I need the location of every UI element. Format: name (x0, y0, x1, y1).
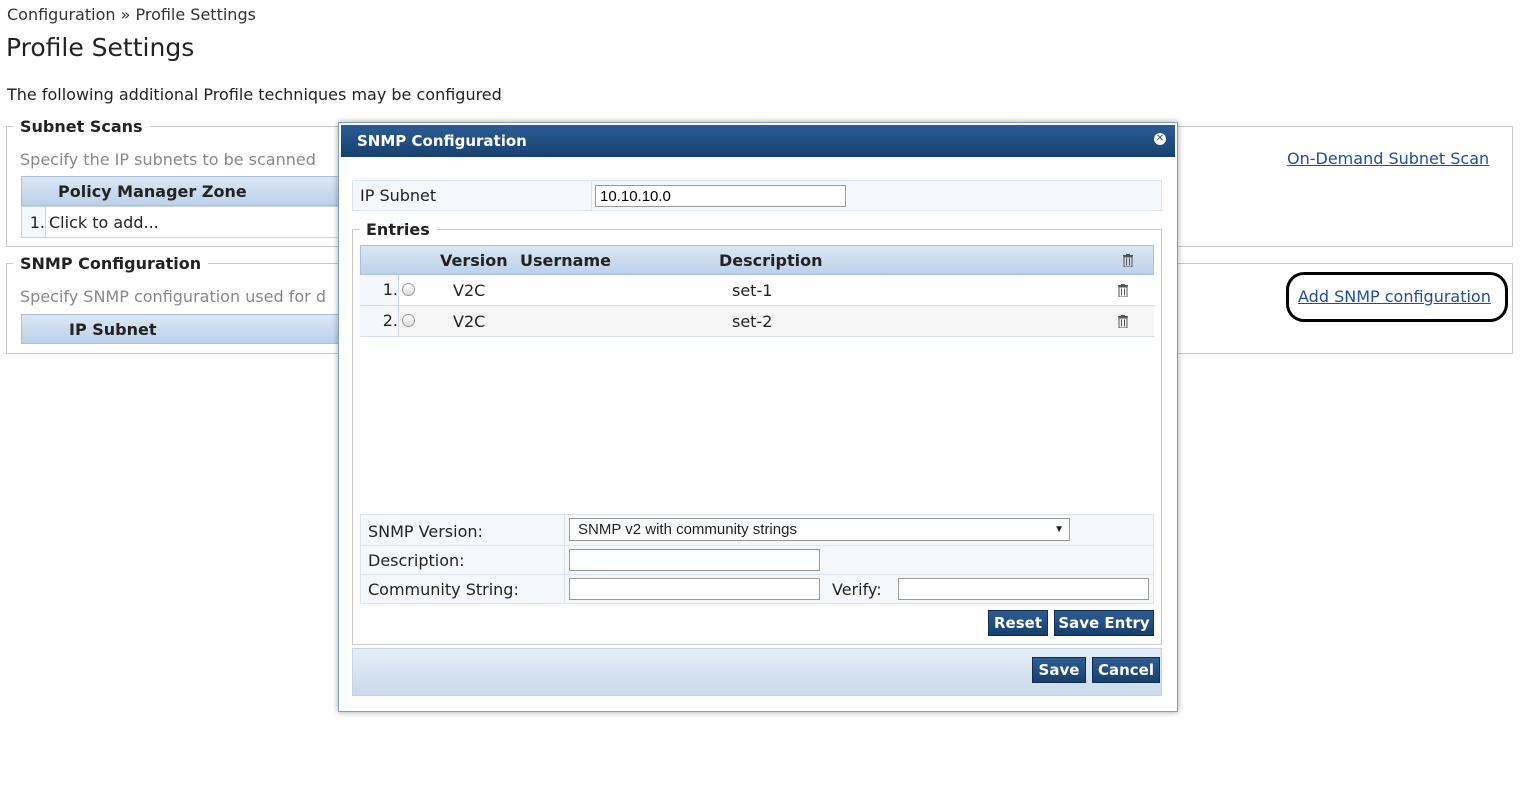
dialog-header[interactable]: SNMP Configuration ✕ (341, 125, 1175, 157)
entries-legend: Entries (366, 220, 430, 239)
on-demand-subnet-scan-link[interactable]: On-Demand Subnet Scan (1287, 149, 1489, 168)
verify-input[interactable] (898, 578, 1149, 600)
entry-description: set-2 (732, 312, 773, 331)
delete-entry-icon[interactable] (1117, 315, 1129, 328)
column-version[interactable]: Version (440, 251, 508, 270)
column-description[interactable]: Description (719, 251, 822, 270)
entry-number: 1. (360, 275, 399, 305)
breadcrumb: Configuration » Profile Settings (7, 5, 256, 24)
entry-version: V2C (453, 312, 486, 331)
save-entry-button[interactable]: Save Entry (1054, 610, 1154, 636)
close-icon[interactable]: ✕ (1154, 133, 1166, 145)
click-to-add[interactable]: Click to add... (49, 213, 159, 232)
subnet-grid-header: Policy Manager Zone (21, 176, 341, 206)
divider (591, 181, 592, 210)
community-string-input[interactable] (569, 578, 820, 600)
divider (564, 515, 565, 603)
dialog-title: SNMP Configuration (357, 132, 527, 150)
verify-label: Verify: (832, 580, 882, 599)
cancel-button[interactable]: Cancel (1092, 657, 1160, 683)
entry-number: 2. (360, 306, 399, 336)
ip-subnet-label: IP Subnet (360, 186, 437, 205)
column-policy-manager-zone[interactable]: Policy Manager Zone (58, 182, 247, 201)
delete-all-icon[interactable] (1122, 254, 1134, 267)
snmp-config-help: Specify SNMP configuration used for d (20, 287, 326, 306)
entries-grid-header: Version Username Description (360, 245, 1154, 275)
ip-subnet-input[interactable] (595, 185, 846, 207)
snmp-version-label: SNMP Version: (368, 522, 483, 541)
intro-text: The following additional Profile techniq… (7, 85, 502, 104)
column-username[interactable]: Username (520, 251, 611, 270)
subnet-scans-help: Specify the IP subnets to be scanned (20, 150, 316, 169)
page-title: Profile Settings (6, 33, 195, 62)
entry-radio[interactable] (402, 283, 415, 296)
community-string-label: Community String: (368, 580, 519, 599)
delete-entry-icon[interactable] (1117, 284, 1129, 297)
column-ip-subnet[interactable]: IP Subnet (69, 320, 157, 339)
entry-row[interactable]: 1. V2C set-1 (360, 275, 1154, 306)
highlight-annotation (1286, 272, 1508, 322)
dropdown-arrow-icon: ▼ (1054, 524, 1064, 535)
entry-description: set-1 (732, 281, 773, 300)
snmp-config-legend: SNMP Configuration (20, 254, 202, 273)
snmp-version-value: SNMP v2 with community strings (578, 521, 797, 538)
divider (361, 545, 1153, 546)
divider (361, 574, 1153, 575)
subnet-scans-legend: Subnet Scans (20, 117, 143, 136)
save-button[interactable]: Save (1032, 657, 1086, 683)
entry-version: V2C (453, 281, 486, 300)
description-label: Description: (368, 551, 465, 570)
snmp-version-select[interactable]: SNMP v2 with community strings ▼ (569, 518, 1070, 541)
reset-button[interactable]: Reset (988, 610, 1048, 636)
entry-radio[interactable] (402, 314, 415, 327)
subnet-grid-row[interactable]: 1. Click to add... (21, 206, 341, 238)
description-input[interactable] (569, 549, 820, 571)
snmp-grid-header: IP Subnet (21, 314, 341, 344)
entry-row[interactable]: 2. V2C set-2 (360, 306, 1154, 337)
row-number: 1. (22, 207, 46, 237)
